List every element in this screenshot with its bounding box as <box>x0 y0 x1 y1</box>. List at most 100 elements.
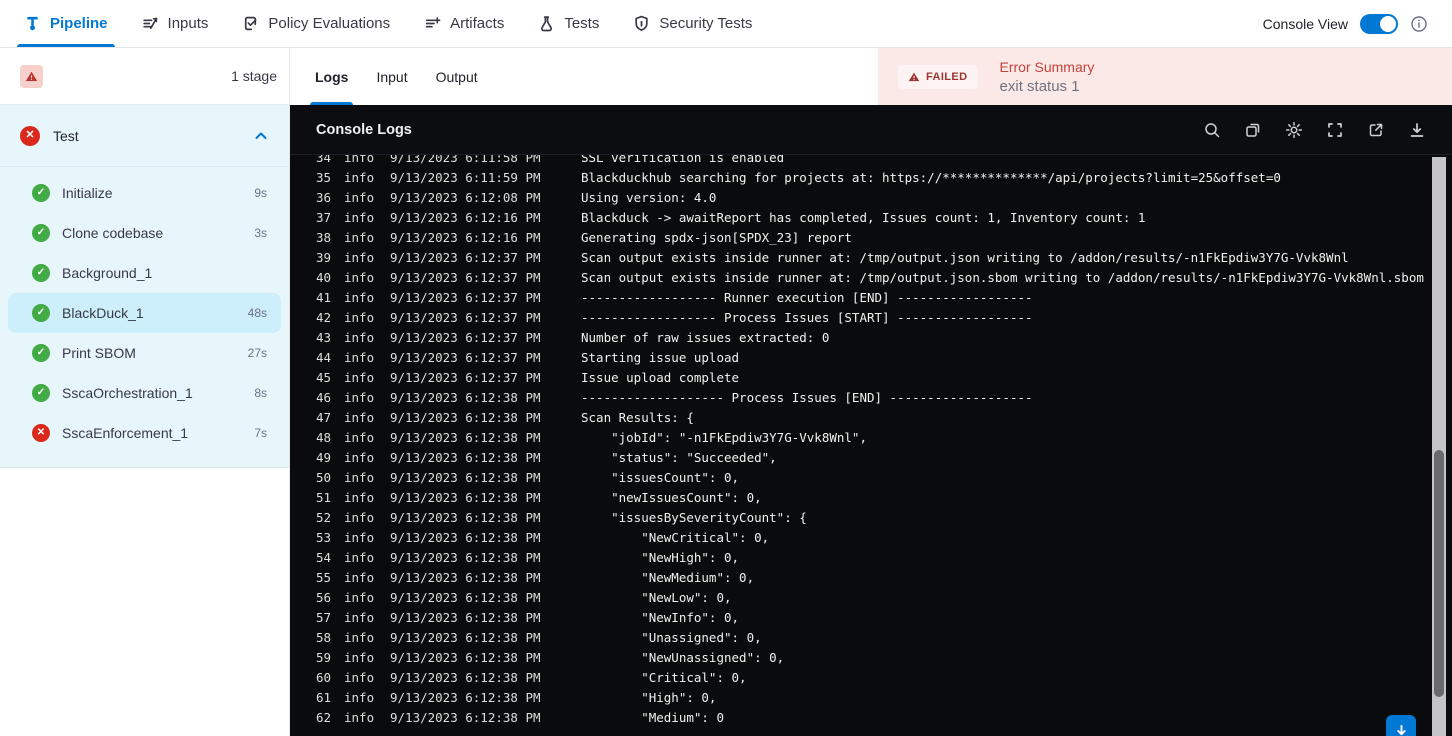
log-line: 58 info 9/13/2023 6:12:38 PM "Unassigned":… <box>290 628 1432 648</box>
console-view-label: Console View <box>1262 15 1348 32</box>
log-line-number: 55 <box>315 570 331 585</box>
step-row-sscaorchestration-1[interactable]: ✓ SscaOrchestration_1 8s <box>8 373 281 413</box>
console-view-toggle[interactable] <box>1360 13 1398 34</box>
log-message: Generating spdx-json[SPDX_23] report <box>581 230 852 245</box>
step-row-print-sbom[interactable]: ✓ Print SBOM 27s <box>8 333 281 373</box>
console-logs-title: Console Logs <box>316 121 412 138</box>
step-row-clone-codebase[interactable]: ✓ Clone codebase 3s <box>8 213 281 253</box>
step-success-icon: ✓ <box>32 344 50 362</box>
copy-icon[interactable] <box>1244 121 1262 139</box>
log-line-number: 34 <box>315 155 331 165</box>
nav-tab-policy-evaluations[interactable]: Policy Evaluations <box>242 0 390 47</box>
log-timestamp: 9/13/2023 6:12:38 PM <box>390 530 541 545</box>
nav-tab-label: Inputs <box>167 15 209 32</box>
log-message: Scan output exists inside runner at: /tm… <box>581 270 1424 285</box>
log-timestamp: 9/13/2023 6:12:38 PM <box>390 670 541 685</box>
log-timestamp: 9/13/2023 6:12:38 PM <box>390 650 541 665</box>
nav-tab-tests[interactable]: Tests <box>538 0 599 47</box>
log-message: ------------------- Process Issues [END]… <box>581 390 1033 405</box>
console-logs-panel: Console Logs 34 info 9/13/2023 6:11:58 PM S… <box>290 105 1452 736</box>
log-line: 48 info 9/13/2023 6:12:38 PM "jobId": "-n1… <box>290 428 1432 448</box>
step-row-initialize[interactable]: ✓ Initialize 9s <box>8 173 281 213</box>
settings-icon[interactable] <box>1285 121 1303 139</box>
log-timestamp: 9/13/2023 6:12:16 PM <box>390 230 541 245</box>
log-timestamp: 9/13/2023 6:12:38 PM <box>390 710 541 725</box>
nav-tab-security-tests[interactable]: Security Tests <box>633 0 752 47</box>
log-level: info <box>344 430 375 445</box>
log-message: "NewCritical": 0, <box>581 530 770 545</box>
step-row-background-1[interactable]: ✓ Background_1 <box>8 253 281 293</box>
nav-tab-label: Artifacts <box>450 15 505 32</box>
step-label: BlackDuck_1 <box>62 305 144 321</box>
nav-tab-inputs[interactable]: Inputs <box>142 0 209 47</box>
log-line-number: 48 <box>315 430 331 445</box>
log-timestamp: 9/13/2023 6:12:38 PM <box>390 610 541 625</box>
log-level: info <box>344 570 375 585</box>
step-row-blackduck-1[interactable]: ✓ BlackDuck_1 48s <box>8 293 281 333</box>
info-icon[interactable] <box>1410 15 1428 33</box>
log-level: info <box>344 690 375 705</box>
log-level: info <box>344 350 375 365</box>
log-message: "NewInfo": 0, <box>581 610 740 625</box>
stage-header-test[interactable]: ✕ Test <box>0 105 289 167</box>
scroll-to-bottom-button[interactable] <box>1386 715 1416 736</box>
log-line: 61 info 9/13/2023 6:12:38 PM "High": 0, <box>290 688 1432 708</box>
log-timestamp: 9/13/2023 6:12:37 PM <box>390 350 541 365</box>
nav-tab-pipeline[interactable]: Pipeline <box>17 0 115 47</box>
log-line-number: 39 <box>315 250 331 265</box>
warning-triangle-icon <box>908 72 920 81</box>
log-level: info <box>344 650 375 665</box>
search-icon[interactable] <box>1203 121 1221 139</box>
log-line-number: 38 <box>315 230 331 245</box>
artifacts-icon <box>424 15 441 32</box>
nav-tab-artifacts[interactable]: Artifacts <box>424 0 504 47</box>
log-message: Issue upload complete <box>581 370 740 385</box>
log-message: "Critical": 0, <box>581 670 747 685</box>
log-message: Starting issue upload <box>581 350 740 365</box>
log-line: 40 info 9/13/2023 6:12:37 PM Scan output ex… <box>290 268 1432 288</box>
download-icon[interactable] <box>1408 121 1426 139</box>
log-line-number: 36 <box>315 190 331 205</box>
log-level: info <box>344 410 375 425</box>
log-line: 49 info 9/13/2023 6:12:38 PM "status": "Su… <box>290 448 1432 468</box>
open-in-new-icon[interactable] <box>1367 121 1385 139</box>
log-message: ------------------ Runner execution [END… <box>581 290 1033 305</box>
pipeline-icon <box>24 15 41 32</box>
step-list: ✓ Initialize 9s ✓ Clone codebase 3s ✓ Backgroun… <box>0 167 289 453</box>
console-toolbar <box>1203 121 1426 139</box>
step-success-icon: ✓ <box>32 264 50 282</box>
console-scrollbar[interactable] <box>1432 157 1446 736</box>
pipeline-execution-page: Pipeline Inputs Policy Evaluations Artifact… <box>0 0 1452 736</box>
step-row-sscaenforcement-1[interactable]: ✕ SscaEnforcement_1 7s <box>8 413 281 453</box>
chevron-up-icon[interactable] <box>253 128 269 144</box>
tab-input[interactable]: Input <box>376 48 407 105</box>
log-message: Blackduck -> awaitReport has completed, … <box>581 210 1146 225</box>
log-level: info <box>344 270 375 285</box>
log-message: "High": 0, <box>581 690 717 705</box>
stage-failed-icon: ✕ <box>20 125 40 146</box>
fullscreen-icon[interactable] <box>1326 121 1344 139</box>
log-line: 44 info 9/13/2023 6:12:37 PM Starting issue… <box>290 348 1432 368</box>
log-level: info <box>344 630 375 645</box>
log-level: info <box>344 530 375 545</box>
log-message: Scan Results: { <box>581 410 694 425</box>
step-duration: 8s <box>254 386 267 400</box>
log-message: SSL verification is enabled <box>581 155 785 165</box>
log-line: 54 info 9/13/2023 6:12:38 PM "NewHigh": 0, <box>290 548 1432 568</box>
log-level: info <box>344 510 375 525</box>
stage-name: Test <box>53 127 79 144</box>
log-level: info <box>344 290 375 305</box>
log-level: info <box>344 155 375 165</box>
log-line-number: 47 <box>315 410 331 425</box>
main-content: Logs Input Output FAILED Error Summary exi… <box>290 48 1452 736</box>
tab-output[interactable]: Output <box>436 48 478 105</box>
step-success-icon: ✓ <box>32 184 50 202</box>
tab-logs[interactable]: Logs <box>309 48 354 105</box>
failed-status-badge: FAILED <box>898 64 978 89</box>
log-line: 41 info 9/13/2023 6:12:37 PM --------------… <box>290 288 1432 308</box>
log-line: 57 info 9/13/2023 6:12:38 PM "NewInfo": 0, <box>290 608 1432 628</box>
step-detail-header: Logs Input Output FAILED Error Summary exi… <box>290 48 1452 105</box>
log-line-number: 42 <box>315 310 331 325</box>
step-failed-icon: ✕ <box>32 424 50 442</box>
console-scrollbar-thumb[interactable] <box>1434 450 1444 697</box>
